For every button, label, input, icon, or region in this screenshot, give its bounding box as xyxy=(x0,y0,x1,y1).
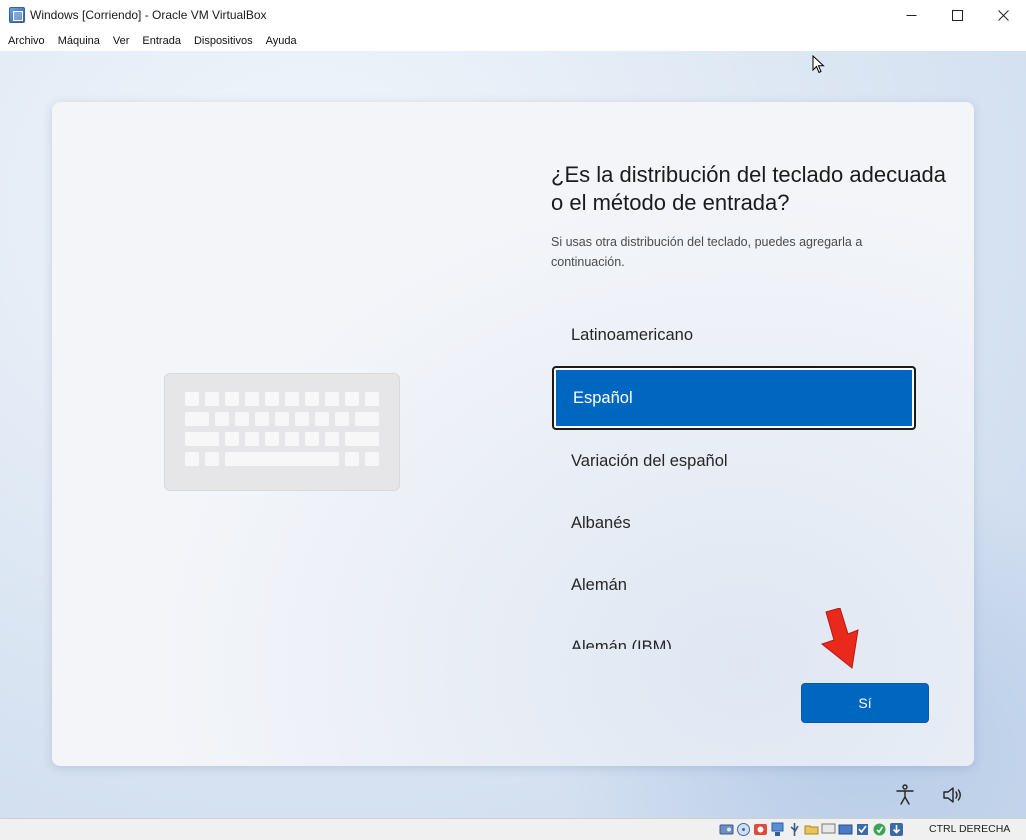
menu-bar: Archivo Máquina Ver Entrada Dispositivos… xyxy=(0,30,1026,51)
list-item[interactable]: Variación del español xyxy=(552,429,916,493)
mouse-integration-icon[interactable] xyxy=(855,822,870,837)
mouse-cursor-icon xyxy=(812,55,825,74)
host-key-label[interactable]: CTRL DERECHA xyxy=(929,823,1010,835)
menu-dispositivos[interactable]: Dispositivos xyxy=(189,35,261,47)
menu-ver[interactable]: Ver xyxy=(108,35,138,47)
download-icon[interactable] xyxy=(889,822,904,837)
menu-maquina[interactable]: Máquina xyxy=(53,35,108,47)
volume-icon[interactable] xyxy=(941,783,965,807)
list-item[interactable]: Albanés xyxy=(552,491,916,555)
hard-disk-icon[interactable] xyxy=(719,822,734,837)
maximize-icon xyxy=(951,9,963,21)
confirm-button[interactable]: Sí xyxy=(801,683,929,723)
virtualbox-icon xyxy=(9,7,25,23)
minimize-icon xyxy=(906,14,916,16)
menu-entrada[interactable]: Entrada xyxy=(137,35,189,47)
list-item-selected[interactable]: Español xyxy=(552,366,916,430)
display-icon[interactable] xyxy=(821,822,836,837)
maximize-button[interactable] xyxy=(934,0,980,30)
window-controls xyxy=(888,0,1026,30)
menu-archivo[interactable]: Archivo xyxy=(3,35,53,47)
status-icons xyxy=(719,822,904,837)
audio-icon[interactable] xyxy=(753,822,768,837)
oobe-dialog: ¿Es la distribución del teclado adecuada… xyxy=(52,102,974,766)
close-icon xyxy=(997,9,1009,21)
list-item[interactable]: Latinoamericano xyxy=(552,303,916,367)
guest-display[interactable]: ¿Es la distribución del teclado adecuada… xyxy=(0,51,1026,818)
minimize-button[interactable] xyxy=(888,0,934,30)
keyboard-icon[interactable] xyxy=(872,822,887,837)
vm-status-bar: CTRL DERECHA xyxy=(0,818,1026,840)
network-icon[interactable] xyxy=(770,822,785,837)
optical-drive-icon[interactable] xyxy=(736,822,751,837)
close-button[interactable] xyxy=(980,0,1026,30)
keyboard-layout-list[interactable]: Latinoamericano Español Variación del es… xyxy=(552,303,916,649)
keyboard-illustration-icon xyxy=(164,373,400,491)
window-title-bar: Windows [Corriendo] - Oracle VM VirtualB… xyxy=(0,0,1026,30)
window-title: Windows [Corriendo] - Oracle VM VirtualB… xyxy=(30,8,267,22)
accessibility-icon[interactable] xyxy=(893,783,917,807)
page-subtitle: Si usas otra distribución del teclado, p… xyxy=(551,235,863,269)
page-title: ¿Es la distribución del teclado adecuada… xyxy=(551,162,947,215)
recording-icon[interactable] xyxy=(838,822,853,837)
usb-icon[interactable] xyxy=(787,822,802,837)
menu-ayuda[interactable]: Ayuda xyxy=(261,35,305,47)
red-arrow-icon xyxy=(820,608,859,669)
shared-folders-icon[interactable] xyxy=(804,822,819,837)
